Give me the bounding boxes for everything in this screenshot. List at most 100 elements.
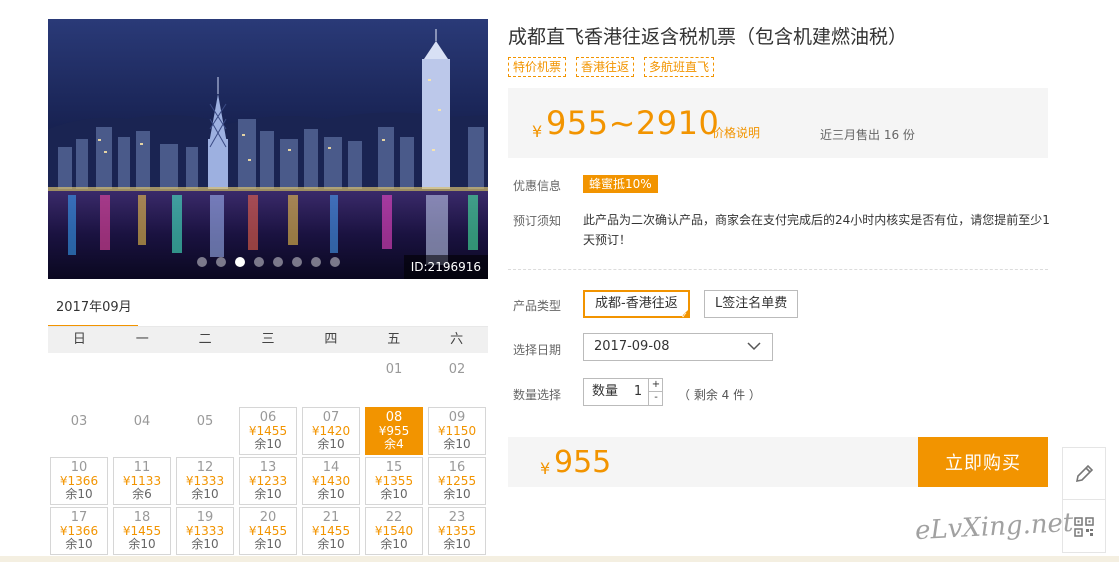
weekday-label: 三: [261, 332, 275, 347]
quantity-plus-button[interactable]: +: [648, 379, 663, 392]
gallery-dot[interactable]: [215, 257, 226, 267]
gallery-dot[interactable]: [272, 257, 283, 267]
tag-special-ticket: 特价机票: [508, 57, 567, 77]
weekday-label: 日: [72, 332, 86, 347]
product-type-option-chengdu-hongkong[interactable]: 成都-香港往返 ✓: [583, 290, 690, 320]
gallery-dot[interactable]: [253, 257, 264, 267]
quantity-minus-button[interactable]: -: [648, 392, 663, 405]
calendar-day-number: 19: [196, 510, 214, 525]
product-type-label: 产品类型: [513, 299, 562, 313]
calendar-day-available[interactable]: 10 ¥1366 余10: [50, 457, 108, 505]
tag-hongkong-roundtrip: 香港往返: [576, 57, 635, 77]
calendar-day-remaining: 余10: [443, 487, 471, 501]
notice-label: 预订须知: [513, 214, 562, 228]
calendar-month-tab[interactable]: 2017年09月: [48, 296, 138, 328]
calendar-day-available[interactable]: 18 ¥1455 余10: [113, 507, 171, 555]
calendar-day-available[interactable]: 14 ¥1430 余10: [302, 457, 360, 505]
calendar-day-remaining: 余10: [254, 537, 282, 551]
calendar-day-remaining: 余10: [317, 437, 345, 451]
check-icon: ✓: [681, 311, 688, 320]
calendar-weekday-header: 日一二三四五六: [48, 327, 488, 353]
calendar-day-number: 12: [196, 460, 214, 475]
calendar-day-available[interactable]: 06 ¥1455 余10: [239, 407, 297, 455]
calendar-day-remaining: 余10: [191, 537, 219, 551]
price-box: ¥ 955~2910 价格说明 近三月售出 16 份: [508, 88, 1048, 158]
calendar-day-number: 07: [322, 410, 340, 425]
calendar-day-available[interactable]: 21 ¥1455 余10: [302, 507, 360, 555]
price-currency: ¥: [532, 122, 543, 141]
calendar-day-available[interactable]: 11 ¥1133 余6: [113, 457, 171, 505]
gallery-dot[interactable]: [291, 257, 302, 267]
price-note-link[interactable]: 价格说明: [712, 124, 760, 141]
calendar-day-number: 11: [133, 460, 151, 475]
calendar-day-number: 16: [448, 460, 466, 475]
calendar-day-available[interactable]: 13 ¥1233 余10: [239, 457, 297, 505]
gallery-dot[interactable]: [329, 257, 340, 267]
hong-kong-skyline-image: [48, 19, 488, 279]
calendar-day: 02: [428, 355, 486, 403]
calendar-day-number: 18: [133, 510, 151, 525]
gallery-dot[interactable]: [310, 257, 321, 267]
quantity-stepper: 数量 + -: [583, 378, 663, 406]
weekday-label: 五: [387, 332, 401, 347]
weekday-label: 四: [324, 332, 338, 347]
calendar-day-available[interactable]: 07 ¥1420 余10: [302, 407, 360, 455]
calendar-day-number: 17: [70, 510, 88, 525]
calendar-day-remaining: 余10: [380, 537, 408, 551]
buy-now-button[interactable]: 立即购买: [918, 437, 1048, 487]
calendar-day-available[interactable]: 17 ¥1366 余10: [50, 507, 108, 555]
product-tags: 特价机票 香港往返 多航班直飞: [508, 57, 715, 77]
quantity-prefix: 数量: [592, 384, 619, 399]
quantity-input[interactable]: [629, 379, 647, 405]
calendar-day-remaining: 余10: [254, 437, 282, 451]
calendar-day-available[interactable]: 23 ¥1355 余10: [428, 507, 486, 555]
gallery-dot[interactable]: [196, 257, 207, 267]
notice-text: 此产品为二次确认产品，商家会在支付完成后的24小时内核实是否有位，请您提前至少1…: [583, 213, 1050, 247]
product-gallery[interactable]: ID:2196916: [48, 19, 488, 279]
product-type-option-visa-fee[interactable]: L签注名单费: [704, 290, 799, 318]
calendar-day-available[interactable]: 15 ¥1355 余10: [365, 457, 423, 505]
calendar-day: 01: [365, 355, 423, 403]
calendar-day-available[interactable]: 20 ¥1455 余10: [239, 507, 297, 555]
calendar-day-remaining: 余10: [128, 537, 156, 551]
calendar-day-remaining: 余10: [65, 487, 93, 501]
chevron-down-icon: [747, 342, 761, 351]
calendar-day-available[interactable]: 09 ¥1150 余10: [428, 407, 486, 455]
calendar-day-remaining: 余10: [65, 537, 93, 551]
calendar-day-remaining: 余10: [254, 487, 282, 501]
calendar-day: 05: [176, 407, 234, 455]
calendar-day-number: 03: [70, 414, 88, 429]
calendar-day-remaining: 余6: [132, 487, 152, 501]
pencil-icon: [1075, 464, 1094, 482]
calendar-day-available[interactable]: 12 ¥1333 余10: [176, 457, 234, 505]
calendar-day-number: 08: [385, 410, 403, 425]
price-range: 955~2910: [546, 104, 720, 142]
image-id-label: ID:2196916: [403, 255, 488, 279]
calendar-day-available[interactable]: 08 ¥955 余4: [365, 407, 423, 455]
calendar-day-number: 23: [448, 510, 466, 525]
calendar-day-available[interactable]: 19 ¥1333 余10: [176, 507, 234, 555]
calendar-day-remaining: 余10: [380, 487, 408, 501]
product-title: 成都直飞香港往返含税机票（包含机建燃油税）: [508, 26, 908, 48]
calendar-day-remaining: 余10: [443, 537, 471, 551]
calendar-day-available[interactable]: 22 ¥1540 余10: [365, 507, 423, 555]
calendar-day: 04: [113, 407, 171, 455]
calendar-day-remaining: 余4: [384, 437, 404, 451]
total-price: 955: [554, 445, 612, 480]
stock-remaining: （ 剩余 4 件 ）: [678, 388, 761, 402]
weekday-label: 六: [450, 332, 464, 347]
calendar-day-remaining: 余10: [443, 437, 471, 451]
bottom-strip: [0, 556, 1119, 562]
calendar-day-number: 13: [259, 460, 277, 475]
calendar-day-number: 06: [259, 410, 277, 425]
feedback-button[interactable]: [1063, 448, 1105, 500]
calendar-day-number: 14: [322, 460, 340, 475]
calendar-day-available[interactable]: 16 ¥1255 余10: [428, 457, 486, 505]
weekday-label: 一: [135, 332, 149, 347]
weekday-label: 二: [198, 332, 212, 347]
date-select[interactable]: 2017-09-08: [583, 333, 773, 361]
product-type-option-label: 成都-香港往返: [595, 296, 678, 311]
gallery-dot[interactable]: [234, 257, 245, 267]
calendar-day-number: 20: [259, 510, 277, 525]
date-label: 选择日期: [513, 343, 562, 357]
